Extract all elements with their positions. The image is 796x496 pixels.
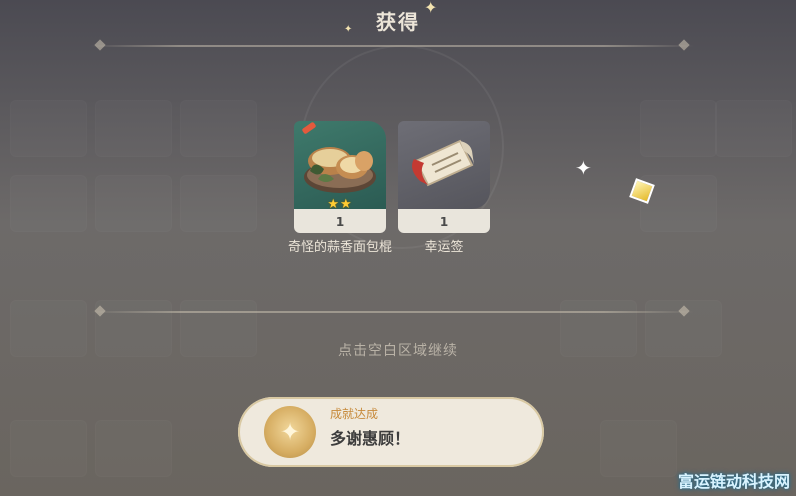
sparkle-icon: ✦ <box>575 156 592 180</box>
reward-item-lucky-slip[interactable]: 1 <box>398 121 490 233</box>
top-divider <box>90 39 694 51</box>
title-sparkle-icon: ✦ <box>424 0 438 17</box>
continue-hint[interactable]: 点击空白区域继续 <box>0 340 796 360</box>
achievement-label: 成就达成 <box>330 407 379 421</box>
dialog-title: 获得 <box>376 10 420 34</box>
achievement-toast: ✦ 成就达成 多谢惠顾！ <box>238 397 544 467</box>
scroll-icon <box>398 121 490 209</box>
item-name: 奇怪的蒜香面包棍 <box>287 240 392 255</box>
reward-item-garlic-bread[interactable]: ★★ 1 <box>294 121 386 233</box>
bottom-divider <box>90 305 694 317</box>
title-sparkle-icon: ✦ <box>344 24 353 35</box>
garlic-bread-icon <box>294 121 386 209</box>
item-count: 1 <box>294 209 386 233</box>
achievement-medal-icon: ✦ <box>264 406 316 458</box>
achievement-title: 多谢惠顾！ <box>330 429 411 448</box>
item-name: 幸运签 <box>424 240 464 255</box>
watermark: 富运链动科技网 <box>677 472 790 491</box>
item-count: 1 <box>398 209 490 233</box>
